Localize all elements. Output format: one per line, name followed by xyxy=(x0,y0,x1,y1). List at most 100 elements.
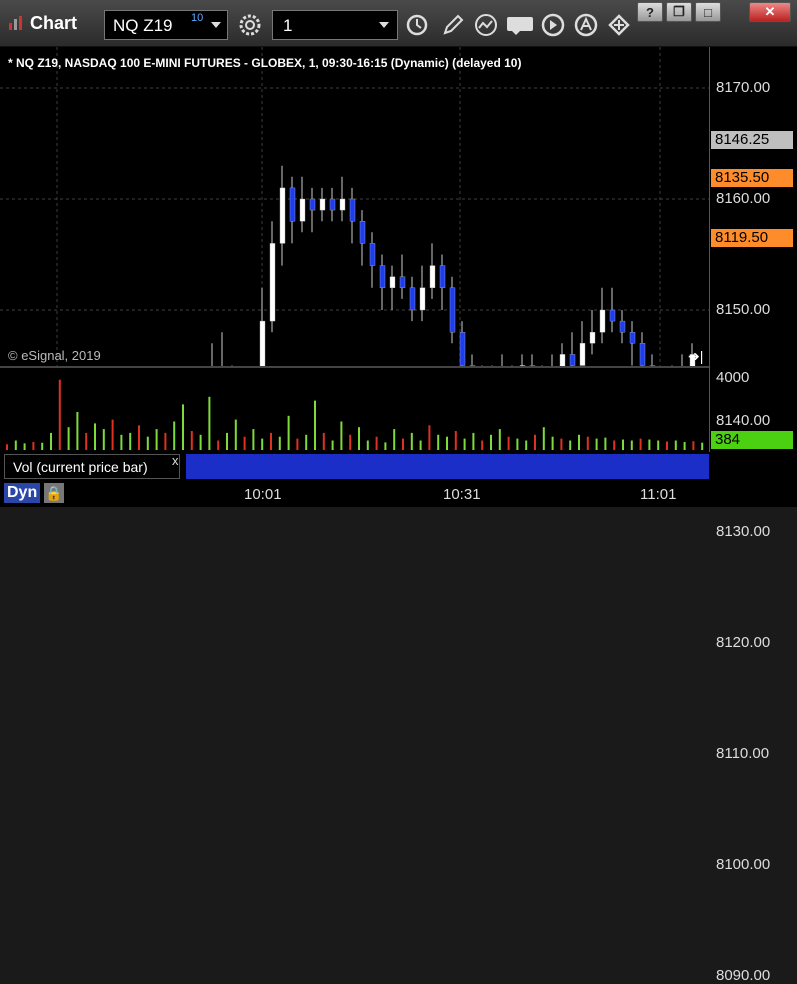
volume-bar xyxy=(358,427,360,450)
candle-body xyxy=(259,320,266,367)
volume-bar xyxy=(155,429,158,450)
candle-body xyxy=(309,198,316,211)
interval-value: 1 xyxy=(283,16,293,35)
volume-bar xyxy=(410,432,413,450)
candle-body xyxy=(269,243,276,322)
restore-button[interactable]: ❐ xyxy=(666,2,692,22)
last-price-tag: 8146.25 xyxy=(711,131,793,149)
candle-body xyxy=(589,332,596,344)
gear-icon xyxy=(239,14,261,36)
candle-body xyxy=(359,220,366,244)
help-button[interactable]: ? xyxy=(637,2,663,22)
time-button[interactable] xyxy=(404,12,430,38)
price-scale[interactable] xyxy=(709,47,797,452)
candle-body xyxy=(579,343,586,366)
volume-bar xyxy=(683,442,686,450)
volume-bar xyxy=(375,436,378,450)
studies-button[interactable] xyxy=(473,12,499,38)
candle-body xyxy=(449,287,456,333)
interval-select[interactable]: 1 xyxy=(272,10,398,40)
volume-bar xyxy=(384,442,387,450)
volume-bar xyxy=(437,434,440,450)
volume-bar xyxy=(428,425,431,450)
volume-bar xyxy=(419,440,422,450)
candle-body xyxy=(289,187,296,222)
volume-bar xyxy=(94,423,96,450)
volume-bar xyxy=(639,438,642,450)
symbol-input[interactable]: NQ Z19 10 xyxy=(104,10,228,40)
volume-bar xyxy=(569,440,572,450)
volume-bar xyxy=(595,438,598,450)
volume-bar xyxy=(586,436,589,450)
price-tick-label: 8090.00 xyxy=(716,967,771,984)
volume-bar xyxy=(613,440,616,450)
volume-bar xyxy=(58,379,61,450)
volume-bar xyxy=(534,434,536,450)
volume-bar xyxy=(190,431,193,450)
play-button[interactable] xyxy=(540,12,566,38)
time-label: 10:01 xyxy=(244,486,282,503)
candle-body xyxy=(319,198,326,211)
lower-level-tag: 8119.50 xyxy=(711,229,793,247)
volume-bar xyxy=(657,440,660,450)
volume-bar xyxy=(331,440,334,450)
symbol-badge: 10 xyxy=(191,12,204,24)
get-button[interactable] xyxy=(506,12,536,38)
lock-icon[interactable]: 🔒 xyxy=(44,483,64,503)
price-tick-label: 8120.00 xyxy=(716,634,771,651)
line-chart-icon xyxy=(475,14,497,36)
volume-chart xyxy=(6,379,704,450)
settings-gear-button[interactable] xyxy=(237,12,263,38)
volume-bar xyxy=(349,434,352,450)
candle-body xyxy=(369,243,376,266)
candle-body xyxy=(629,332,636,344)
volume-bar xyxy=(14,440,17,450)
symbol-value: NQ Z19 xyxy=(113,16,173,35)
candle-body xyxy=(419,287,426,311)
alert-button[interactable] xyxy=(573,12,599,38)
volume-bar xyxy=(234,419,237,450)
maximize-button[interactable]: □ xyxy=(695,2,721,22)
draw-button[interactable] xyxy=(440,12,466,38)
volume-bar xyxy=(67,427,70,450)
volume-study-label[interactable]: Vol (current price bar) xyxy=(4,454,180,479)
clock-icon xyxy=(406,14,428,36)
close-button[interactable]: ✕ xyxy=(749,2,791,22)
volume-bar xyxy=(217,440,220,450)
chart-header: * NQ Z19, NASDAQ 100 E-MINI FUTURES - GL… xyxy=(8,56,522,70)
candle-body xyxy=(439,265,446,289)
pencil-icon xyxy=(443,14,464,35)
volume-bar xyxy=(666,441,668,450)
scroll-to-end-icon[interactable]: ➔| xyxy=(688,348,703,365)
volume-bar xyxy=(674,440,677,450)
volume-bar xyxy=(560,438,563,450)
volume-bar xyxy=(6,444,8,450)
candle-body xyxy=(399,276,406,288)
volume-bar xyxy=(340,421,343,450)
volume-bar xyxy=(146,436,149,450)
candle-body xyxy=(609,309,616,322)
price-chart-pane[interactable]: A xyxy=(0,47,709,367)
close-study-icon[interactable]: x xyxy=(172,453,179,468)
volume-bar xyxy=(50,432,52,450)
volume-bar xyxy=(516,438,519,450)
time-axis[interactable] xyxy=(0,480,797,507)
volume-bar xyxy=(305,434,308,450)
copyright: © eSignal, 2019 xyxy=(8,348,101,363)
volume-bar xyxy=(129,432,132,450)
volume-bar xyxy=(85,432,88,450)
volume-pane[interactable] xyxy=(0,368,709,452)
volume-bar xyxy=(322,432,325,450)
chevron-down-icon[interactable] xyxy=(379,22,389,28)
candle-body xyxy=(429,265,436,289)
candle-body xyxy=(389,276,396,288)
dynamic-mode-button[interactable]: Dyn xyxy=(4,483,41,503)
volume-bar xyxy=(102,429,105,450)
link-button[interactable] xyxy=(606,12,632,38)
volume-bar xyxy=(604,437,607,450)
volume-bar xyxy=(208,396,211,450)
volume-bar xyxy=(507,436,510,450)
volume-current-tag: 384 xyxy=(711,431,793,449)
chevron-down-icon[interactable] xyxy=(211,22,221,28)
volume-bar xyxy=(138,425,140,450)
